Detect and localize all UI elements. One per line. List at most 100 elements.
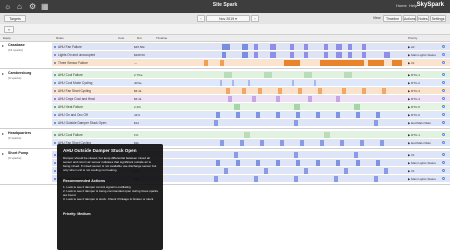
spark-event[interactable] <box>216 111 220 118</box>
spark-row[interactable]: AHU Heat Failure 2.4% ▶ RTU-5 <box>52 103 450 111</box>
rule-target[interactable]: ▶ Main Lights Status <box>408 53 436 57</box>
spark-row[interactable]: AHU Cool Mode Cycling 40%e ▶ RTU-2 <box>52 79 450 87</box>
spark-event[interactable] <box>220 59 224 66</box>
spark-event[interactable] <box>304 43 308 50</box>
expand-icon[interactable]: ▸ <box>2 71 4 76</box>
spark-event[interactable] <box>234 151 238 158</box>
spark-event[interactable] <box>228 95 232 102</box>
spark-event[interactable] <box>226 87 230 94</box>
rule-name[interactable]: Lights On and unoccupied <box>58 53 95 57</box>
spark-event[interactable] <box>294 119 298 126</box>
notes-button[interactable]: Notes <box>417 15 429 22</box>
settings-button[interactable]: Settings <box>430 15 446 22</box>
spark-event[interactable] <box>382 87 386 94</box>
rule-target[interactable]: ▶ Air <box>408 45 415 49</box>
equip-name[interactable]: Short Pump <box>8 151 28 155</box>
spark-event[interactable] <box>224 71 232 78</box>
rule-target[interactable]: ▶ RTU-1 <box>408 133 420 137</box>
col-priority[interactable]: Priority <box>408 36 417 40</box>
collapse-button[interactable]: « <box>4 25 14 33</box>
col-timeline[interactable]: Timeline <box>156 36 167 40</box>
spark-event[interactable] <box>376 111 380 118</box>
row-action-icon[interactable] <box>442 176 445 180</box>
row-action-icon[interactable] <box>442 140 445 144</box>
date-range-select[interactable]: Nov 2019 ▾ <box>206 15 250 22</box>
col-cost[interactable]: Cost <box>118 36 124 40</box>
row-action-icon[interactable] <box>442 112 445 116</box>
spark-event[interactable] <box>264 71 272 78</box>
spark-event[interactable] <box>336 51 342 58</box>
rule-target[interactable]: ▶ Eco/Main Main <box>408 121 431 125</box>
spark-row[interactable]: Lights On and unoccupied $208.50 ▶ Main Li… <box>52 51 450 59</box>
row-action-icon[interactable] <box>442 60 445 64</box>
spark-event[interactable] <box>242 43 248 50</box>
spark-event[interactable] <box>284 59 300 66</box>
row-action-icon[interactable] <box>442 88 445 92</box>
rule-target[interactable]: ▶ Ot <box>408 153 414 157</box>
spark-event[interactable] <box>236 111 240 118</box>
timeline-view-button[interactable]: Timeline <box>383 15 402 22</box>
col-rules[interactable]: Rules <box>56 36 64 40</box>
rule-target[interactable]: ▶ Main Lights Status <box>408 161 436 165</box>
rule-target[interactable]: ▶ Main Lights Status <box>408 177 436 181</box>
spark-event[interactable] <box>296 111 300 118</box>
spark-event[interactable] <box>236 159 240 166</box>
spark-event[interactable] <box>348 43 352 50</box>
equip-name[interactable]: Casabase <box>8 43 25 47</box>
equip-name[interactable]: Cambersburg <box>8 71 31 75</box>
rule-name[interactable]: AHU Cmpr Cool and Heat <box>58 97 95 101</box>
spark-row[interactable]: AHU Cool Failure 2.7%e ▶ RTU-1 <box>52 71 450 79</box>
spark-event[interactable] <box>278 87 282 94</box>
col-equip[interactable]: Equip <box>3 36 11 40</box>
spark-row[interactable]: AHU Cmpr Cool and Heat $5.4k ▶ RTU-4 <box>52 95 450 103</box>
spark-event[interactable] <box>304 71 312 78</box>
spark-event[interactable] <box>304 167 308 174</box>
rule-name[interactable]: AHU Heat Failure <box>58 105 83 109</box>
rule-target[interactable]: ▶ RTU-3 <box>408 89 420 93</box>
rule-target[interactable]: ▶ Eco/Main Main <box>408 141 431 145</box>
equip-name[interactable]: Headquarters <box>8 131 31 135</box>
spark-event[interactable] <box>214 119 218 126</box>
rule-target[interactable]: ▶ RTU-5 <box>408 105 420 109</box>
spark-event[interactable] <box>336 111 340 118</box>
rule-name[interactable]: AHU Fan Failure <box>58 45 82 49</box>
rule-name[interactable]: AHU Outside Damper Stuck Open <box>58 121 106 125</box>
spark-event[interactable] <box>290 51 294 58</box>
row-action-icon[interactable] <box>442 104 445 108</box>
col-dur[interactable]: Dur <box>137 36 142 40</box>
spark-event[interactable] <box>220 139 224 146</box>
expand-icon[interactable]: ▸ <box>2 151 4 156</box>
spark-event[interactable] <box>300 139 304 146</box>
spark-event[interactable] <box>296 159 300 166</box>
spark-event[interactable] <box>248 79 250 86</box>
row-action-icon[interactable] <box>442 120 445 124</box>
spark-event[interactable] <box>356 159 360 166</box>
rule-name[interactable]: AHU On and Occ Off <box>58 113 88 117</box>
spark-row[interactable]: AHU On and Occ Off 42% ▶ RTU-6 <box>52 111 450 119</box>
spark-event[interactable] <box>260 139 264 146</box>
spark-event[interactable] <box>240 139 244 146</box>
row-action-icon[interactable] <box>442 80 445 84</box>
spark-event[interactable] <box>304 51 308 58</box>
targets-button[interactable]: Targets <box>4 15 26 22</box>
spark-event[interactable] <box>270 43 276 50</box>
spark-event[interactable] <box>244 131 250 138</box>
spark-event[interactable] <box>324 131 330 138</box>
spark-event[interactable] <box>318 87 322 94</box>
spark-event[interactable] <box>294 175 298 182</box>
spark-event[interactable] <box>290 43 294 50</box>
rule-name[interactable]: AHU Cool Failure <box>58 133 83 137</box>
spark-event[interactable] <box>324 43 328 50</box>
spark-event[interactable] <box>276 95 280 102</box>
rule-name[interactable]: AHU Fan Short Cycling <box>58 89 91 93</box>
spark-event[interactable] <box>384 167 388 174</box>
spark-event[interactable] <box>344 167 348 174</box>
spark-event[interactable] <box>222 51 226 58</box>
spark-row[interactable]: AHU Fan Short Cycling $5.4k ▶ RTU-3 <box>52 87 450 95</box>
spark-event[interactable] <box>314 79 316 86</box>
rule-name[interactable]: AHU Cool Failure <box>58 73 83 77</box>
spark-event[interactable] <box>292 79 294 86</box>
spark-event[interactable] <box>294 103 300 110</box>
spark-event[interactable] <box>254 51 258 58</box>
spark-event[interactable] <box>344 71 352 78</box>
